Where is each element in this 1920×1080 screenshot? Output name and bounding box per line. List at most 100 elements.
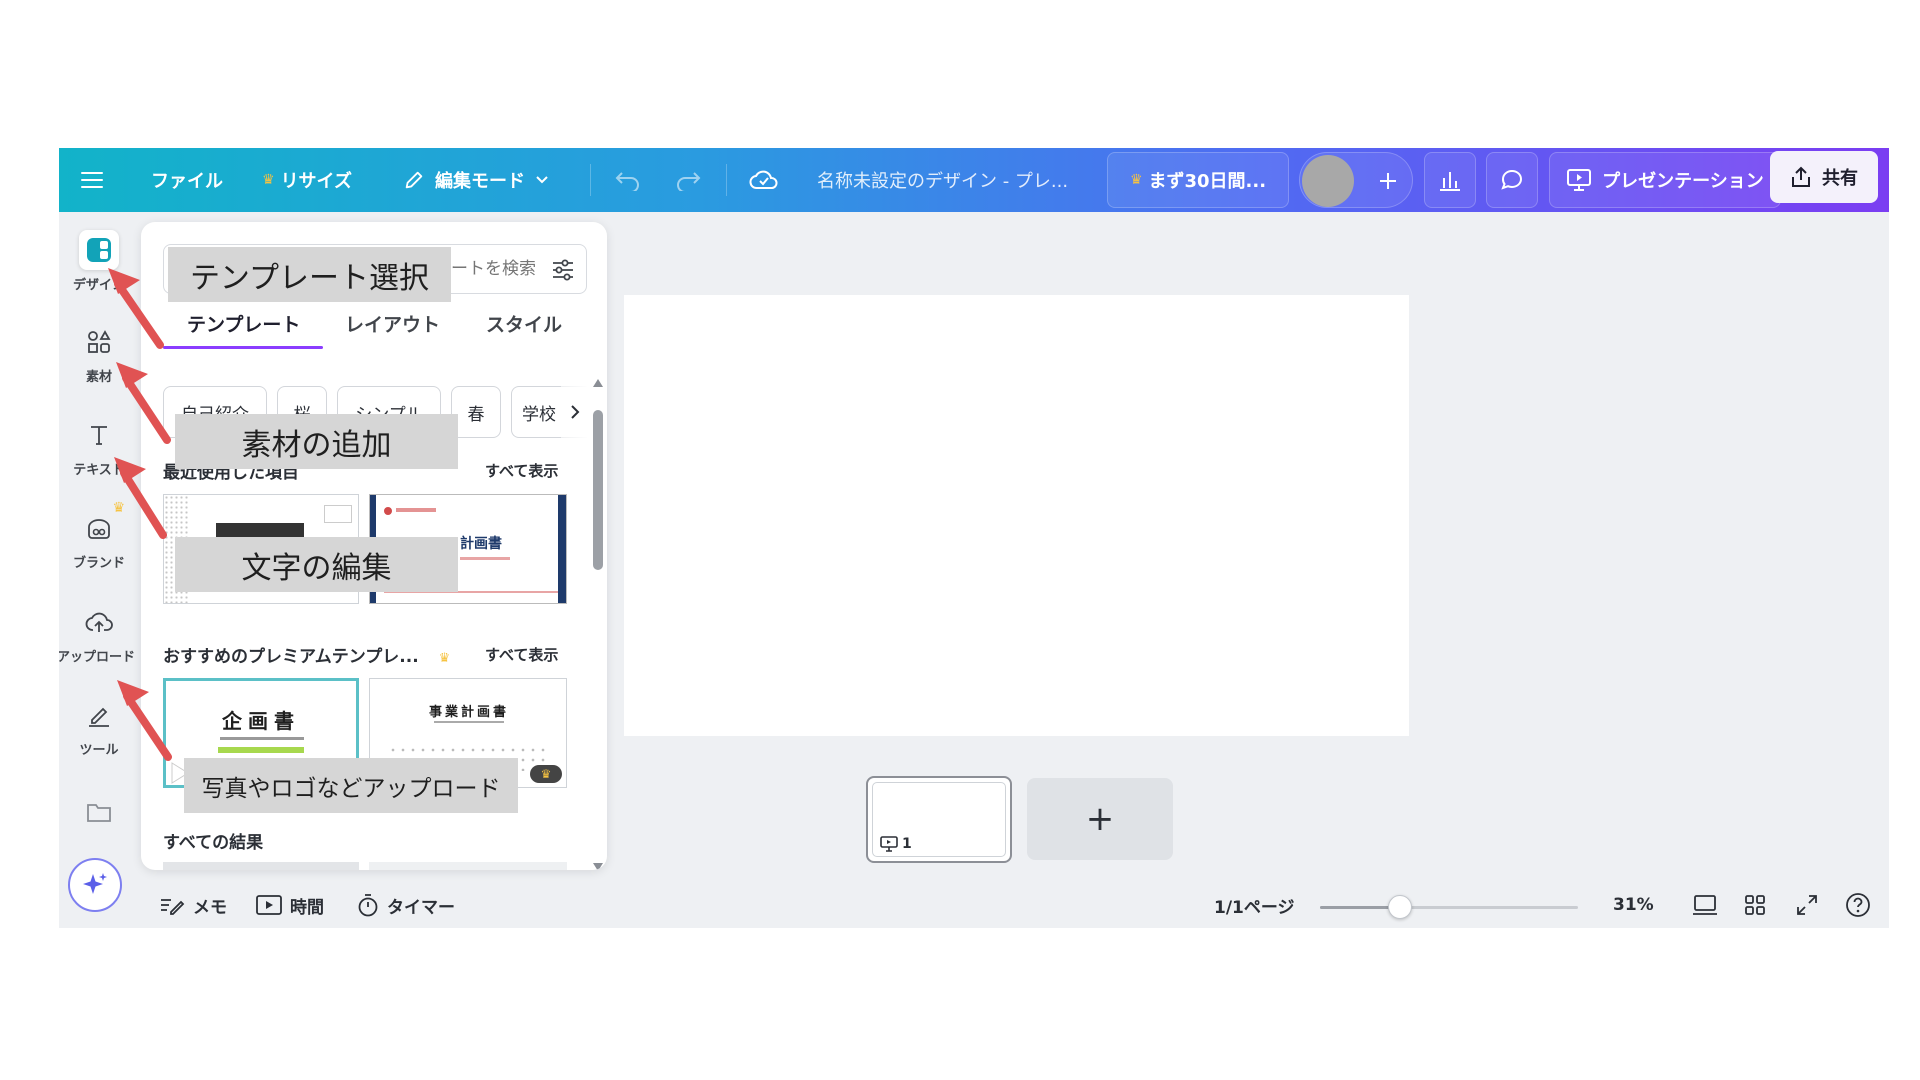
present-button[interactable]: プレゼンテーション: [1549, 152, 1781, 208]
stopwatch-icon: [358, 894, 378, 917]
resize-button[interactable]: ♛ リサイズ: [262, 148, 352, 212]
trial-button[interactable]: ♛ まず30日間...: [1107, 152, 1289, 208]
annotation-elements-label: 素材の追加: [241, 427, 392, 463]
resize-label: リサイズ: [280, 171, 353, 192]
filter-icon[interactable]: [550, 257, 576, 283]
share-button[interactable]: 共有: [1770, 151, 1878, 203]
tab-styles[interactable]: スタイル: [486, 310, 562, 337]
cloud-upload-icon: [79, 602, 119, 642]
premium-see-all-link[interactable]: すべて表示: [485, 644, 558, 665]
document-title[interactable]: 名称未設定のデザイン - プレ...: [817, 148, 1068, 212]
design-icon: [79, 230, 119, 270]
share-label: 共有: [1822, 168, 1858, 189]
brand-icon: ♛: [79, 500, 125, 548]
notes-button[interactable]: メモ: [159, 890, 227, 920]
annotation-text-label: 文字の編集: [241, 550, 392, 586]
chevron-down-icon: [536, 176, 548, 184]
panel-scrollbar[interactable]: [593, 379, 603, 812]
premium-section-label: おすすめのプレミアムテンプレ...: [163, 647, 419, 667]
notes-view-button[interactable]: [1692, 890, 1718, 920]
sidebar-label-design: デザイン: [72, 278, 125, 293]
undo-icon: [615, 172, 639, 191]
sidebar-label-text: テキスト: [73, 463, 125, 478]
share-upload-icon: [1792, 166, 1810, 187]
crown-icon: ♛: [112, 500, 125, 516]
cloud-save-status[interactable]: [749, 148, 779, 212]
hamburger-icon: [81, 172, 103, 188]
file-label: ファイル: [151, 171, 223, 192]
screenshot-stage: ファイル ♛ リサイズ 編集モード 名称未設定のデザイン - プレ... ♛ まず3…: [0, 0, 1920, 1080]
tab-templates[interactable]: テンプレート: [187, 310, 300, 337]
sidebar-item-design[interactable]: デザイン: [59, 230, 139, 293]
top-toolbar: ファイル ♛ リサイズ 編集モード 名称未設定のデザイン - プレ... ♛ まず3…: [59, 148, 1889, 212]
sidebar-item-uploads[interactable]: アップロード: [59, 602, 139, 665]
edit-mode-dropdown[interactable]: 編集モード: [403, 148, 549, 212]
crown-icon: ♛: [438, 651, 451, 666]
chevron-right-icon: [571, 405, 580, 419]
scroll-thumb[interactable]: [593, 410, 603, 570]
annotation-upload-label: 写真やロゴなどアップロード: [201, 775, 501, 802]
sidebar-item-tools[interactable]: ツール: [59, 695, 139, 758]
sidebar-label-tools: ツール: [79, 743, 119, 758]
design-canvas[interactable]: [624, 295, 1409, 736]
annotation-template-label: テンプレート選択: [189, 260, 430, 296]
annotation-edit-text: 文字の編集: [175, 537, 458, 592]
sidebar-item-folder[interactable]: [59, 792, 139, 832]
zoom-percentage[interactable]: 31%: [1613, 890, 1654, 920]
thumb-jigyo-title: 事業計画書: [428, 705, 509, 720]
tab-layouts[interactable]: レイアウト: [345, 310, 440, 337]
pencil-icon: [405, 171, 423, 189]
magic-assistant-button[interactable]: [68, 858, 122, 912]
collaborators-group[interactable]: [1299, 152, 1413, 208]
folder-icon: [79, 792, 119, 832]
sidebar-label-uploads: アップロード: [59, 650, 135, 665]
pen-tool-icon: [79, 695, 119, 735]
comment-icon: [1501, 169, 1523, 190]
plus-icon[interactable]: [1378, 171, 1398, 191]
premium-section-title: おすすめのプレミアムテンプレ... ♛: [163, 642, 450, 667]
help-button[interactable]: [1845, 890, 1871, 920]
sidebar-item-text[interactable]: テキスト: [59, 415, 139, 478]
page-indicator-label: 1/1ページ: [1214, 897, 1295, 918]
cloud-check-icon: [749, 170, 778, 189]
thumb-plan-title: 計画書: [460, 536, 502, 552]
add-page-button[interactable]: +: [1027, 778, 1173, 860]
avatar[interactable]: [1302, 155, 1354, 207]
page-indicator[interactable]: 1/1ページ: [1214, 890, 1295, 920]
active-tab-indicator: [163, 346, 323, 349]
undo-button[interactable]: [615, 148, 641, 212]
zoom-slider-track[interactable]: [1320, 906, 1578, 909]
redo-button[interactable]: [675, 148, 701, 212]
present-icon: [1567, 169, 1592, 191]
sidebar-label-elements: 素材: [85, 370, 112, 385]
chip-spring[interactable]: 春: [451, 386, 501, 438]
annotation-template-selection: テンプレート選択: [168, 247, 451, 302]
timer-button[interactable]: タイマー: [357, 890, 455, 920]
sidebar-item-brand[interactable]: ♛ ブランド: [59, 500, 139, 571]
expand-icon: [1797, 895, 1817, 915]
scroll-up-icon[interactable]: [592, 378, 604, 388]
sidebar-item-elements[interactable]: 素材: [59, 322, 139, 385]
thumb-kikakusho-title: 企画書: [222, 709, 300, 733]
file-menu[interactable]: ファイル: [151, 148, 223, 212]
notes-label: メモ: [193, 897, 227, 918]
recent-see-all-link[interactable]: すべて表示: [485, 460, 558, 481]
duration-button[interactable]: 時間: [256, 890, 324, 920]
zoom-slider-handle[interactable]: [1387, 895, 1412, 919]
edit-mode-label: 編集モード: [435, 171, 525, 192]
page-thumbnail[interactable]: 1: [866, 776, 1012, 863]
timer-label: タイマー: [387, 897, 455, 918]
sidebar-label-brand: ブランド: [72, 556, 125, 571]
scroll-down-icon[interactable]: [592, 862, 604, 870]
comments-button[interactable]: [1486, 152, 1538, 208]
menu-button[interactable]: [81, 148, 103, 212]
fullscreen-button[interactable]: [1796, 890, 1818, 920]
chip-scroll-right-button[interactable]: [561, 386, 589, 438]
grid-icon: [1745, 895, 1765, 915]
shapes-icon: [79, 322, 119, 362]
help-icon: [1846, 893, 1870, 917]
sparkle-icon: [83, 873, 107, 894]
insights-button[interactable]: [1424, 152, 1476, 208]
annotation-add-elements: 素材の追加: [175, 414, 458, 469]
grid-view-button[interactable]: [1744, 890, 1766, 920]
